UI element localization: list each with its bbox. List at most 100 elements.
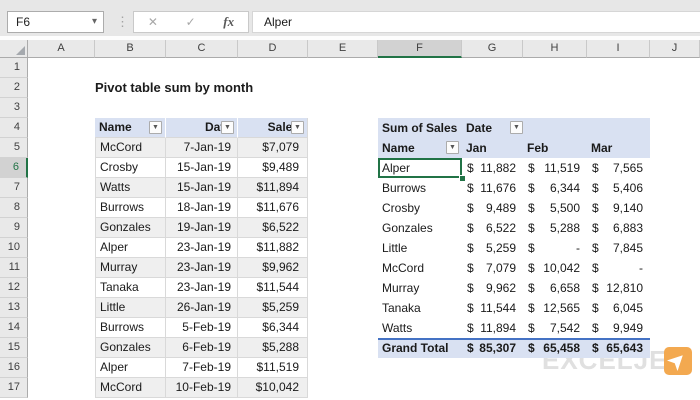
- cell[interactable]: $6,344: [238, 318, 308, 338]
- cell[interactable]: $5,288: [523, 218, 587, 238]
- row-header-6[interactable]: 6: [0, 158, 28, 178]
- row-header-12[interactable]: 12: [0, 278, 28, 298]
- cell[interactable]: Tanaka: [378, 298, 462, 318]
- cell[interactable]: Gonzales: [95, 338, 166, 358]
- cell[interactable]: Tanaka: [95, 278, 166, 298]
- cell[interactable]: $10,042: [238, 378, 308, 398]
- cell[interactable]: $9,962: [238, 258, 308, 278]
- row-header-8[interactable]: 8: [0, 198, 28, 218]
- cell[interactable]: $7,845: [587, 238, 650, 258]
- cell[interactable]: $6,658: [523, 278, 587, 298]
- cell[interactable]: Watts: [378, 318, 462, 338]
- cell[interactable]: $7,542: [523, 318, 587, 338]
- cell[interactable]: 15-Jan-19: [166, 178, 238, 198]
- cell[interactable]: $6,883: [587, 218, 650, 238]
- cell[interactable]: $10,042: [523, 258, 587, 278]
- cell[interactable]: Watts: [95, 178, 166, 198]
- cell[interactable]: $5,500: [523, 198, 587, 218]
- row-header-7[interactable]: 7: [0, 178, 28, 198]
- cell[interactable]: $6,522: [462, 218, 523, 238]
- pivot-corner-label[interactable]: Sum of Sales: [378, 118, 462, 138]
- cell[interactable]: Murray: [95, 258, 166, 278]
- column-header-C[interactable]: C: [166, 40, 238, 58]
- cell[interactable]: 7-Jan-19: [166, 138, 238, 158]
- grand-total-label[interactable]: Grand Total: [378, 338, 462, 358]
- cell[interactable]: $11,544: [462, 298, 523, 318]
- cell[interactable]: 6-Feb-19: [166, 338, 238, 358]
- cell[interactable]: 10-Feb-19: [166, 378, 238, 398]
- cell[interactable]: Burrows: [95, 198, 166, 218]
- cell[interactable]: 18-Jan-19: [166, 198, 238, 218]
- cell[interactable]: 23-Jan-19: [166, 238, 238, 258]
- column-header-I[interactable]: I: [587, 40, 650, 58]
- cell[interactable]: Little: [95, 298, 166, 318]
- row-header-3[interactable]: 3: [0, 98, 28, 118]
- cell[interactable]: $11,519: [523, 158, 587, 178]
- cell[interactable]: $11,894: [238, 178, 308, 198]
- grand-total-cell[interactable]: $65,458: [523, 338, 587, 358]
- cell[interactable]: 23-Jan-19: [166, 278, 238, 298]
- row-header-9[interactable]: 9: [0, 218, 28, 238]
- pivot-date-filter-icon[interactable]: ▼: [510, 121, 523, 134]
- filter-dropdown-icon[interactable]: ▼: [291, 121, 304, 134]
- cell[interactable]: $12,565: [523, 298, 587, 318]
- row-header-4[interactable]: 4: [0, 118, 28, 138]
- cell[interactable]: 23-Jan-19: [166, 258, 238, 278]
- cell[interactable]: 7-Feb-19: [166, 358, 238, 378]
- cell[interactable]: $11,894: [462, 318, 523, 338]
- filter-dropdown-icon[interactable]: ▼: [221, 121, 234, 134]
- cell[interactable]: Crosby: [378, 198, 462, 218]
- column-header-E[interactable]: E: [308, 40, 378, 58]
- cell[interactable]: $9,489: [238, 158, 308, 178]
- pivot-name-field[interactable]: Name▼: [378, 138, 462, 158]
- cell[interactable]: $11,882: [462, 158, 523, 178]
- row-header-15[interactable]: 15: [0, 338, 28, 358]
- pivot-month-feb[interactable]: Feb: [523, 138, 587, 158]
- row-header-2[interactable]: 2: [0, 78, 28, 98]
- grand-total-cell[interactable]: $65,643: [587, 338, 650, 358]
- pivot-month-jan[interactable]: Jan: [462, 138, 523, 158]
- cell[interactable]: $11,544: [238, 278, 308, 298]
- cell[interactable]: McCord: [95, 138, 166, 158]
- cell[interactable]: $9,962: [462, 278, 523, 298]
- cell[interactable]: 19-Jan-19: [166, 218, 238, 238]
- pivot-date-field[interactable]: Date▼: [462, 118, 525, 138]
- cell[interactable]: $9,949: [587, 318, 650, 338]
- cell[interactable]: $11,676: [238, 198, 308, 218]
- row-header-14[interactable]: 14: [0, 318, 28, 338]
- row-header-17[interactable]: 17: [0, 378, 28, 398]
- cell[interactable]: McCord: [95, 378, 166, 398]
- cell[interactable]: Burrows: [95, 318, 166, 338]
- column-header-H[interactable]: H: [523, 40, 587, 58]
- row-header-13[interactable]: 13: [0, 298, 28, 318]
- fill-handle[interactable]: [459, 175, 466, 182]
- cell[interactable]: Little: [378, 238, 462, 258]
- row-header-10[interactable]: 10: [0, 238, 28, 258]
- cell[interactable]: $5,288: [238, 338, 308, 358]
- cell[interactable]: $7,079: [238, 138, 308, 158]
- column-header-D[interactable]: D: [238, 40, 308, 58]
- cell[interactable]: 5-Feb-19: [166, 318, 238, 338]
- row-header-11[interactable]: 11: [0, 258, 28, 278]
- pivot-name-filter-icon[interactable]: ▼: [446, 141, 459, 154]
- cell[interactable]: $9,489: [462, 198, 523, 218]
- source-header-name[interactable]: Name▼: [95, 118, 166, 138]
- cell[interactable]: $5,259: [238, 298, 308, 318]
- cell[interactable]: $-: [587, 258, 650, 278]
- column-header-A[interactable]: A: [28, 40, 95, 58]
- cell[interactable]: $12,810: [587, 278, 650, 298]
- cell[interactable]: McCord: [378, 258, 462, 278]
- cell[interactable]: Gonzales: [95, 218, 166, 238]
- cell[interactable]: $11,676: [462, 178, 523, 198]
- cell[interactable]: Crosby: [95, 158, 166, 178]
- cell[interactable]: $11,519: [238, 358, 308, 378]
- grand-total-cell[interactable]: $85,307: [462, 338, 523, 358]
- cell[interactable]: $-: [523, 238, 587, 258]
- cell[interactable]: Burrows: [378, 178, 462, 198]
- column-header-G[interactable]: G: [462, 40, 523, 58]
- cell[interactable]: $7,565: [587, 158, 650, 178]
- row-header-16[interactable]: 16: [0, 358, 28, 378]
- cell[interactable]: Gonzales: [378, 218, 462, 238]
- column-header-B[interactable]: B: [95, 40, 166, 58]
- source-header-sales[interactable]: Sales▼: [238, 118, 308, 138]
